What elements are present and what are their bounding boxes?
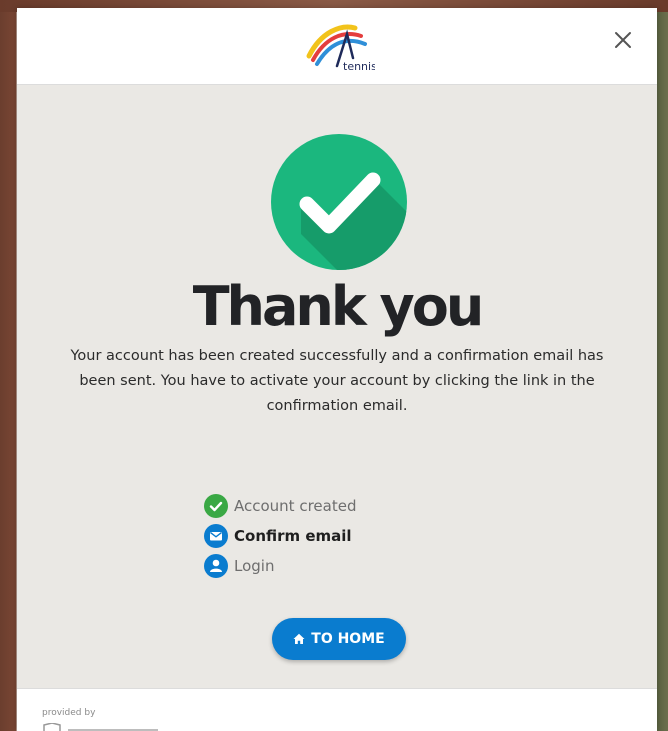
step-confirm-email: Confirm email: [204, 521, 464, 551]
confirmation-message: Your account has been created successful…: [70, 348, 604, 414]
modal-body: Thank you Your account has been created …: [17, 85, 657, 688]
check-icon: [204, 494, 228, 518]
step-label: Login: [234, 557, 275, 575]
signup-steps: Account created Confirm email Login: [204, 491, 464, 581]
step-label: Account created: [234, 497, 357, 515]
modal-footer: provided by: [17, 688, 657, 731]
page-title: Thank you: [192, 275, 485, 338]
provider-logo: [43, 723, 158, 731]
step-account-created: Account created: [204, 491, 464, 521]
provided-by-label: provided by: [42, 708, 96, 718]
to-home-button[interactable]: TO HOME: [272, 618, 406, 660]
success-check-icon: [271, 134, 407, 270]
close-icon: [615, 32, 631, 48]
step-login: Login: [204, 551, 464, 581]
user-icon: [204, 554, 228, 578]
home-icon: [293, 633, 305, 644]
step-label: Confirm email: [234, 527, 352, 545]
mail-icon: [204, 524, 228, 548]
to-home-label: TO HOME: [311, 631, 385, 647]
logo-text: tennis: [343, 60, 375, 72]
signup-success-modal: tennis Thank you Your account has been c…: [17, 8, 657, 731]
close-button[interactable]: [611, 28, 635, 52]
tennis-logo: tennis: [306, 24, 375, 72]
modal-header: tennis: [17, 8, 657, 85]
